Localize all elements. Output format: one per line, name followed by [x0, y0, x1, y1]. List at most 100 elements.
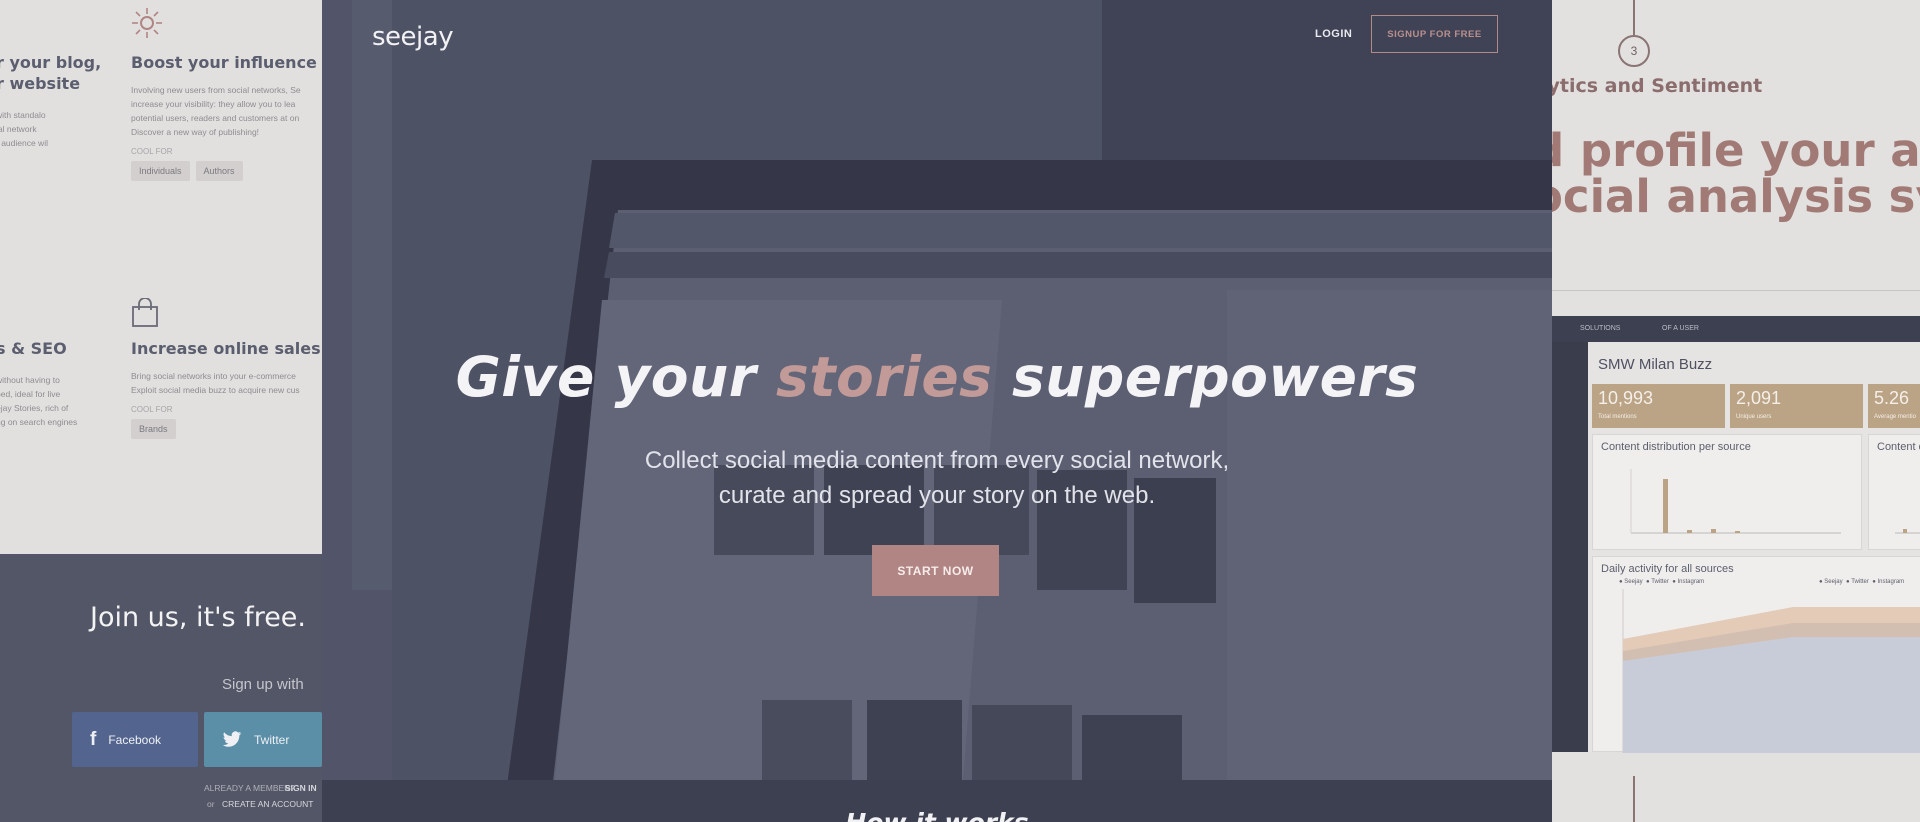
feature-sales: Increase online sales Bring social netwo…	[131, 338, 321, 439]
analytics-headline-2: ocial analysis sys	[1552, 170, 1920, 223]
feature-seo: s & SEO without having to bed, ideal for…	[0, 338, 77, 429]
dashboard-tab-1: SOLUTIONS	[1580, 325, 1621, 332]
feature-sales-desc-1: Bring social networks into your e-commer…	[131, 371, 296, 381]
facebook-signup-button[interactable]: f Facebook	[72, 712, 198, 767]
card-title: Content distribution per source	[1601, 441, 1751, 453]
join-heading: Join us, it's free.	[90, 602, 306, 633]
analytics-dashboard-screenshot: SOLUTIONS OF A USER SMW Milan Buzz 10,99…	[1552, 316, 1920, 753]
or-text: or	[207, 799, 215, 809]
feature-influence-desc-1: Involving new users from social networks…	[131, 85, 301, 95]
signup-free-button[interactable]: SIGNUP FOR FREE	[1371, 15, 1498, 53]
feature-blog-desc-2: ial network	[0, 124, 37, 134]
feature-blog-title-1: r your blog,	[0, 53, 102, 72]
feature-influence-desc-2: increase your visibility: they allow you…	[131, 99, 296, 109]
headline-pre: Give your	[455, 345, 777, 409]
create-account-link[interactable]: CREATE AN ACCOUNT	[222, 799, 313, 809]
feature-seo-desc-4: ng on search engines	[0, 417, 78, 427]
stat-total-mentions: 10,993 Total mentions	[1592, 384, 1725, 428]
dashboard-title: SMW Milan Buzz	[1598, 356, 1713, 373]
dashboard-topbar: SOLUTIONS OF A USER	[1552, 316, 1920, 342]
stat-label: Average mentio	[1874, 414, 1916, 420]
analytics-subtitle: lytics and Sentiment	[1552, 75, 1763, 97]
hero-background-photo	[322, 0, 1552, 822]
feature-influence-desc-3: potential users, readers and customers a…	[131, 113, 300, 123]
facebook-icon: f	[90, 728, 97, 750]
source-bar-chart	[1630, 469, 1841, 534]
feature-sales-title: Increase online sales	[131, 339, 321, 358]
stat-label: Total mentions	[1598, 414, 1637, 420]
source-bar-chart-2	[1895, 529, 1920, 534]
legend-instagram: Instagram	[1677, 579, 1705, 585]
shopping-bag-icon	[132, 298, 158, 327]
daily-activity-area-chart	[1622, 589, 1920, 753]
dashboard-tab-2: OF A USER	[1662, 325, 1699, 332]
step-connector-top	[1633, 0, 1635, 35]
feature-sales-desc-2: Exploit social media buzz to acquire new…	[131, 385, 300, 395]
feature-seo-desc-1: without having to	[0, 375, 60, 385]
dashboard-sidebar	[1552, 342, 1588, 752]
headline-post: superpowers	[992, 345, 1419, 409]
activity-legend: ● Seejay ● Twitter ● Instagram	[1619, 579, 1705, 585]
chip-group: Brands	[131, 419, 321, 439]
cool-for-label: COOL FOR	[131, 405, 173, 414]
hero-subline-1: Collect social media content from every …	[644, 447, 1230, 474]
cool-for-label: COOL FOR	[131, 147, 173, 156]
chip-individuals[interactable]: Individuals	[131, 161, 190, 181]
stat-label: Unique users	[1736, 414, 1772, 420]
content-distribution-card-2: Content di	[1868, 434, 1920, 550]
sun-network-icon	[132, 8, 162, 38]
stat-value: 5.26	[1874, 388, 1910, 408]
stat-value: 2,091	[1736, 388, 1782, 408]
feature-blog-desc-3: r audience wil	[0, 138, 48, 148]
activity-legend-right: ● Seejay ● Twitter ● Instagram	[1819, 579, 1905, 585]
twitter-icon	[222, 731, 242, 747]
daily-activity-card: Daily activity for all sources ● Seejay …	[1592, 556, 1920, 753]
twitter-label: Twitter	[254, 732, 290, 747]
chip-group: Individuals Authors	[131, 161, 317, 181]
stat-average-mentions: 5.26 Average mentio	[1868, 384, 1920, 428]
chip-brands[interactable]: Brands	[131, 419, 176, 439]
legend-instagram-right: Instagram	[1877, 579, 1905, 585]
stat-unique-users: 2,091 Unique users	[1730, 384, 1863, 428]
feature-seo-desc-3: ejay Stories, rich of	[0, 403, 69, 413]
headline-accent: stories	[776, 345, 993, 409]
facebook-label: Facebook	[108, 732, 162, 747]
already-member-text: ALREADY A MEMBER?	[204, 783, 296, 793]
step-number-badge: 3	[1618, 35, 1650, 67]
card-title: Daily activity for all sources	[1601, 563, 1734, 575]
how-it-works-heading: How it works	[322, 808, 1552, 822]
content-distribution-card: Content distribution per source	[1592, 434, 1862, 550]
right-analytics-panel: 3 lytics and Sentiment d profile your au…	[1552, 0, 1920, 822]
twitter-signup-button[interactable]: Twitter	[204, 712, 322, 767]
hero-subline-2: curate and spread your story on the web.	[718, 482, 1156, 509]
legend-twitter-right: Twitter	[1851, 579, 1869, 585]
feature-blog-desc-1: with standalo	[0, 110, 46, 120]
legend-seejay: Seejay	[1624, 579, 1643, 585]
left-feature-panel: r your blog, r website with standalo ial…	[0, 0, 322, 822]
seejay-logo[interactable]: seejay	[372, 22, 454, 52]
step-connector-bottom	[1633, 776, 1635, 822]
card-title: Content di	[1877, 441, 1920, 453]
legend-seejay-right: Seejay	[1824, 579, 1843, 585]
login-link[interactable]: LOGIN	[1315, 28, 1352, 40]
stat-value: 10,993	[1598, 388, 1654, 408]
analytics-headline-1: d profile your aud	[1552, 124, 1920, 177]
signup-with-label: Sign up with	[222, 676, 304, 693]
feature-blog-title-2: r website	[0, 74, 81, 93]
legend-twitter: Twitter	[1651, 579, 1669, 585]
divider	[1552, 290, 1920, 291]
features-section: r your blog, r website with standalo ial…	[0, 0, 322, 554]
join-section: Join us, it's free. Sign up with f Faceb…	[0, 554, 322, 822]
feature-seo-title: s & SEO	[0, 339, 67, 358]
hero-section: seejay LOGIN SIGNUP FOR FREE Give your s…	[322, 0, 1552, 822]
feature-influence-desc-4: Discover a new way of publishing!	[131, 127, 260, 137]
start-now-button[interactable]: START NOW	[872, 545, 999, 596]
dashboard-main: SMW Milan Buzz 10,993 Total mentions 2,0…	[1588, 342, 1920, 753]
feature-influence: Boost your influence Involving new users…	[131, 52, 317, 181]
hero-headline: Give your stories superpowers	[322, 345, 1552, 409]
feature-seo-desc-2: bed, ideal for live	[0, 389, 61, 399]
sign-in-link[interactable]: SIGN IN	[285, 783, 317, 793]
feature-blog: r your blog, r website with standalo ial…	[0, 52, 101, 150]
feature-influence-title: Boost your influence	[131, 53, 317, 72]
chip-authors[interactable]: Authors	[195, 161, 243, 181]
